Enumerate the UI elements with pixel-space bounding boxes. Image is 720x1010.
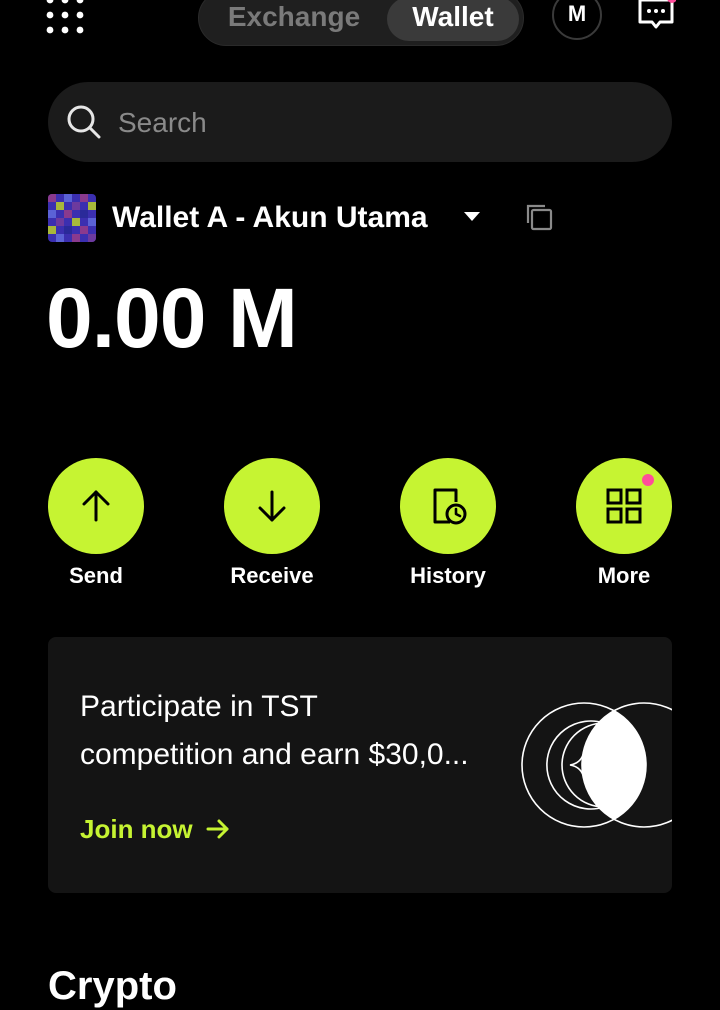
- promo-line-2: competition and earn $30,0...: [80, 738, 469, 771]
- wallet-balance: 0.00 M: [46, 271, 298, 365]
- more-button[interactable]: More: [576, 458, 672, 588]
- account-avatar[interactable]: M: [552, 0, 602, 40]
- quick-actions: Send Receive History More: [48, 458, 672, 598]
- arrow-up-icon: [82, 490, 110, 522]
- receive-label: Receive: [230, 563, 314, 588]
- promo-card[interactable]: Participate in TST competition and earn …: [48, 637, 672, 893]
- more-notification-dot: [640, 472, 656, 488]
- promo-art-icon: [521, 702, 672, 828]
- search-bar: [48, 82, 672, 162]
- caret-down-icon[interactable]: [462, 206, 482, 226]
- grid-dots-icon[interactable]: [44, 0, 86, 36]
- join-now-label: Join now: [80, 814, 193, 844]
- search-input[interactable]: [116, 98, 640, 148]
- history-label: History: [410, 563, 486, 588]
- receive-button[interactable]: Receive: [224, 458, 320, 588]
- send-label: Send: [69, 563, 123, 588]
- history-button[interactable]: History: [400, 458, 496, 588]
- promo-line-1: Participate in TST: [80, 690, 318, 723]
- send-button-circle[interactable]: [48, 458, 144, 554]
- history-icon: [433, 488, 467, 525]
- arrow-right-icon: [206, 819, 229, 839]
- more-label: More: [597, 563, 651, 588]
- copy-icon[interactable]: [524, 202, 554, 232]
- more-button-circle[interactable]: [576, 458, 672, 554]
- promo-text: Participate in TST competition and earn …: [80, 683, 500, 779]
- apps-grid-icon: [606, 488, 642, 524]
- history-button-circle[interactable]: [400, 458, 496, 554]
- tab-wallet[interactable]: Wallet: [387, 0, 519, 41]
- send-button[interactable]: Send: [48, 458, 144, 588]
- search-icon: [67, 105, 101, 139]
- arrow-down-icon: [258, 490, 286, 522]
- top-bar: Exchange Wallet M: [0, 0, 720, 48]
- wallet-name: Wallet A - Akun Utama: [112, 201, 428, 234]
- tab-exchange[interactable]: Exchange: [209, 0, 379, 41]
- wallet-avatar: [48, 194, 96, 242]
- section-heading: Crypto: [48, 964, 177, 1008]
- join-now-link[interactable]: Join now: [80, 811, 231, 847]
- mode-switch: Exchange Wallet: [198, 0, 524, 46]
- wallet-selector[interactable]: Wallet A - Akun Utama: [48, 194, 648, 242]
- chat-icon[interactable]: [636, 0, 676, 34]
- receive-button-circle[interactable]: [224, 458, 320, 554]
